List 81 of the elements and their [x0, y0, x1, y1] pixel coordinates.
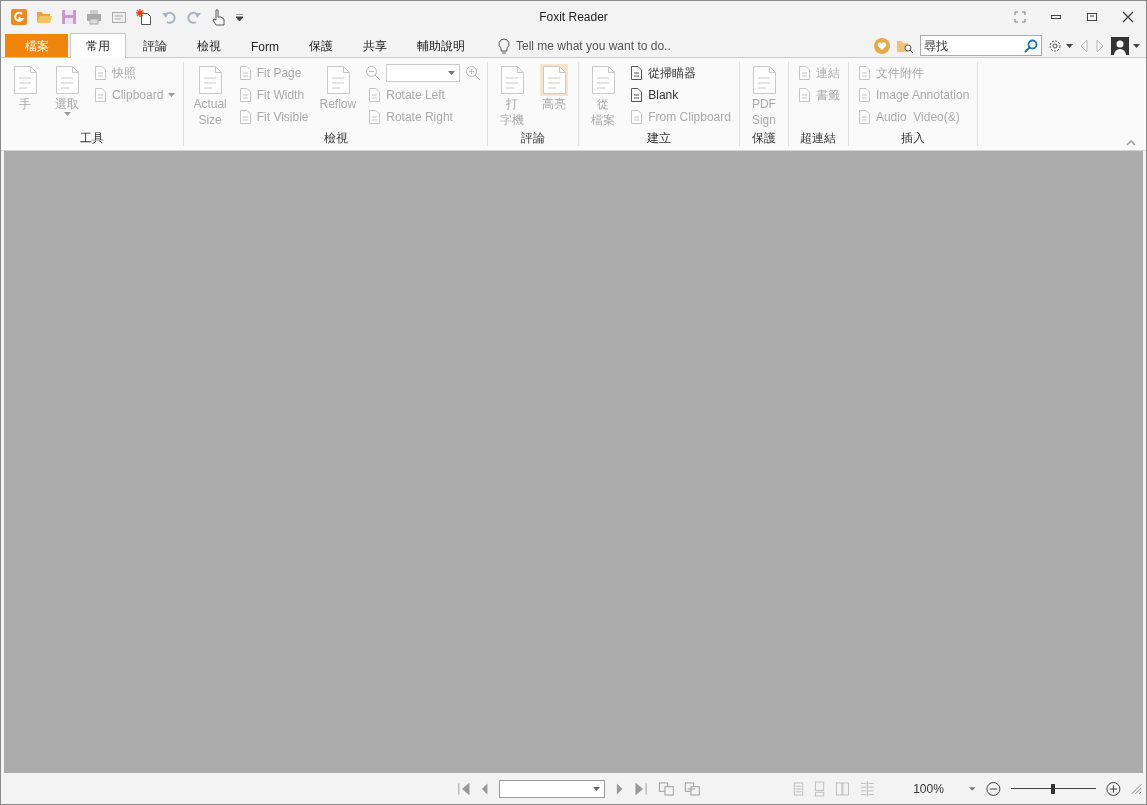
group-label: 保護: [750, 130, 777, 146]
next-view-icon[interactable]: [684, 780, 701, 797]
resize-grip-icon[interactable]: [1130, 782, 1142, 795]
ribbon-tab[interactable]: 檢視: [184, 34, 234, 58]
caret-icon[interactable]: [593, 786, 601, 791]
small-page-icon: [629, 110, 644, 124]
zoom-out-icon[interactable]: [985, 780, 1001, 797]
caret-icon[interactable]: [1133, 43, 1140, 48]
save-icon[interactable]: [61, 9, 77, 25]
next-page-icon[interactable]: [615, 781, 625, 796]
group-label: 插入: [900, 130, 927, 146]
ribbon-tab[interactable]: 共享: [350, 34, 400, 58]
group-label: 檢視: [322, 130, 349, 146]
page-icon: [53, 64, 81, 96]
file-tab[interactable]: 檔案: [5, 34, 68, 57]
caret-icon[interactable]: [1066, 43, 1073, 48]
new-document-icon[interactable]: [136, 9, 152, 25]
pointer-hand-icon[interactable]: [211, 8, 227, 26]
app-logo-icon: [11, 9, 27, 25]
customize-caret-icon[interactable]: [236, 13, 243, 21]
last-page-icon[interactable]: [634, 781, 648, 796]
undo-icon[interactable]: [161, 9, 177, 25]
small-page-icon: [629, 66, 644, 80]
zoom-in-icon[interactable]: [1106, 780, 1121, 797]
ribbon-tab[interactable]: 保護: [296, 34, 346, 58]
ribbon-tab[interactable]: 評論: [130, 34, 180, 58]
small-page-icon: [237, 88, 252, 102]
restore-icon[interactable]: [1086, 11, 1098, 23]
small-page-icon: [856, 88, 871, 102]
group-label: 工具: [79, 130, 106, 146]
page-icon: [11, 64, 39, 96]
window-title: Foxit Reader: [539, 10, 608, 24]
page-icon: [196, 64, 225, 96]
group-label: 超連結: [799, 130, 838, 146]
small-page-icon: [237, 110, 252, 124]
small-page-icon: [367, 110, 382, 124]
small-page-icon: [796, 66, 811, 80]
small-page-icon: [237, 66, 252, 80]
group-label: 評論: [520, 130, 547, 146]
lightbulb-icon: [498, 37, 510, 54]
facing-pages-icon[interactable]: [835, 780, 851, 797]
redo-icon[interactable]: [186, 9, 202, 25]
ribbon-tab[interactable]: 輔助說明: [404, 34, 478, 58]
previous-page-icon[interactable]: [479, 781, 490, 796]
small-page-icon: [856, 110, 871, 124]
search-field[interactable]: 尋找: [920, 35, 1042, 56]
search-icon[interactable]: [1024, 39, 1038, 53]
first-page-icon[interactable]: [457, 781, 470, 796]
previous-view-icon[interactable]: [657, 780, 675, 797]
page-number-field[interactable]: [499, 779, 606, 798]
forward-arrow-icon[interactable]: [1095, 38, 1105, 53]
page-icon: [498, 64, 527, 96]
collapse-ribbon-icon[interactable]: [1126, 140, 1136, 146]
page-icon: [540, 64, 569, 96]
small-page-icon: [629, 88, 644, 102]
small-page-icon: [93, 88, 107, 102]
continuous-facing-icon[interactable]: [860, 780, 876, 797]
zoom-level: 100%: [913, 781, 945, 796]
fullscreen-icon[interactable]: [1014, 11, 1026, 23]
tell-me-field[interactable]: Tell me what you want to do..: [516, 38, 706, 53]
single-page-icon[interactable]: [793, 780, 805, 797]
small-page-icon: [93, 66, 107, 80]
continuous-page-icon[interactable]: [814, 780, 826, 797]
settings-icon[interactable]: [1048, 38, 1062, 53]
close-icon[interactable]: [1122, 11, 1134, 23]
ribbon-button[interactable]: Blank: [627, 84, 733, 106]
small-page-icon: [856, 66, 871, 80]
user-avatar-icon[interactable]: [1111, 36, 1129, 55]
ribbon-tab[interactable]: Form: [238, 34, 292, 58]
back-arrow-icon[interactable]: [1079, 38, 1089, 53]
ribbon-button[interactable]: 從掃瞄器: [627, 62, 733, 84]
folder-icon[interactable]: [36, 9, 52, 25]
small-page-icon: [796, 88, 811, 102]
caret-icon[interactable]: [969, 786, 976, 791]
group-label: 建立: [646, 130, 673, 146]
envelope-icon[interactable]: [111, 9, 127, 25]
small-page-icon: [367, 88, 382, 102]
zoom-slider-thumb[interactable]: [1051, 783, 1056, 794]
print-icon[interactable]: [86, 9, 102, 25]
page-icon: [589, 64, 618, 96]
ribbon-tab[interactable]: 常用: [70, 33, 126, 58]
